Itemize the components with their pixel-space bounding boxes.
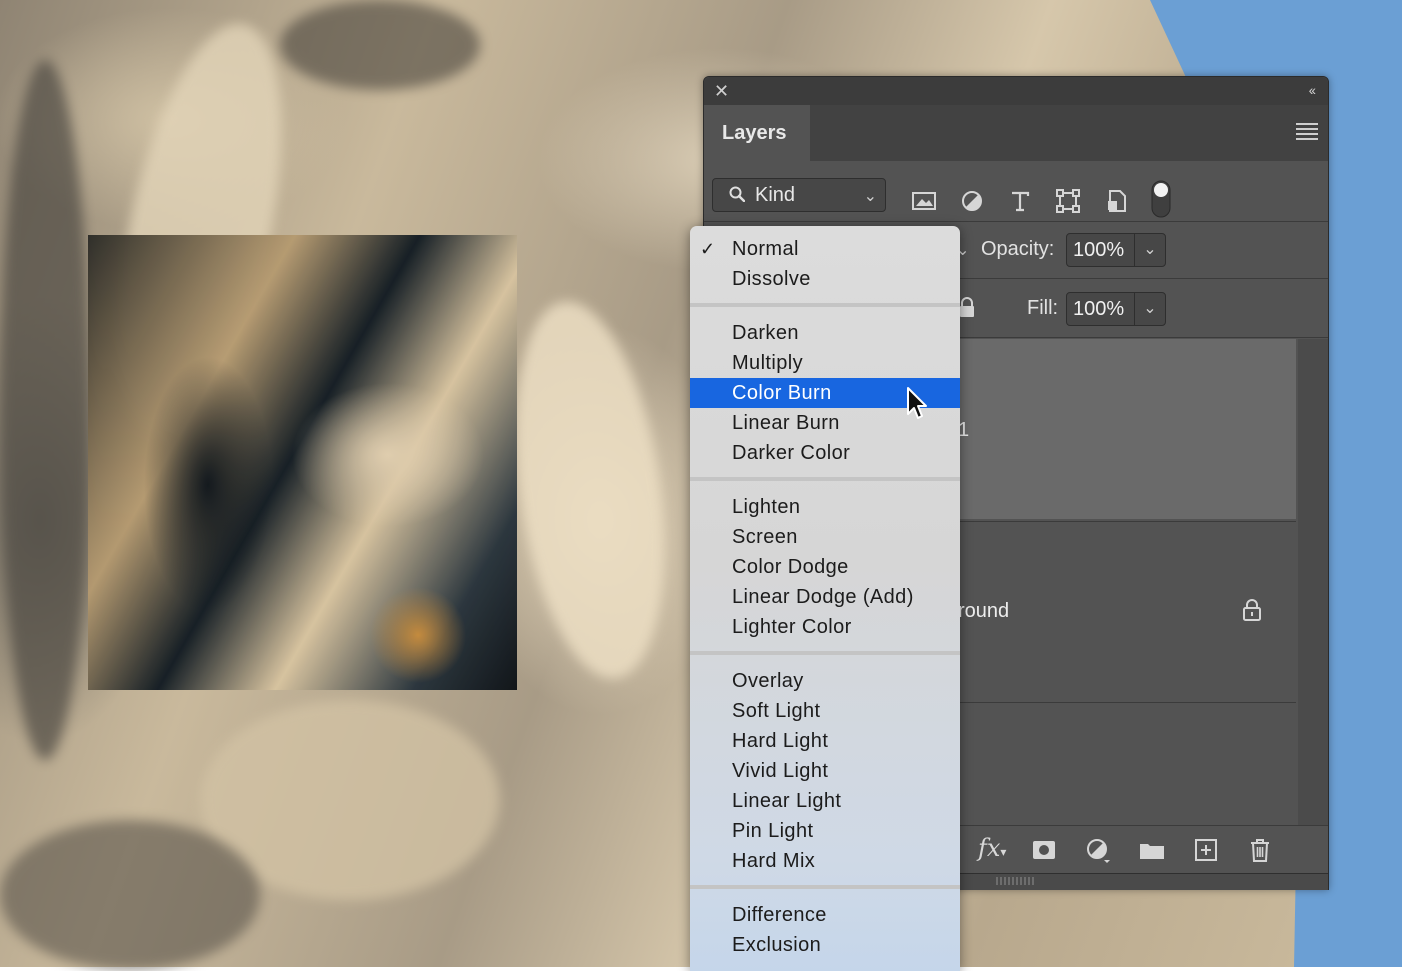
menu-item-label: Lighten: [732, 496, 801, 518]
menu-item-label: Pin Light: [732, 820, 814, 842]
adjustment-layer-icon[interactable]: [1084, 836, 1112, 864]
menu-item-label: Hard Mix: [732, 850, 816, 872]
blend-mode-item-difference[interactable]: Difference: [690, 900, 960, 930]
smart-object-filter-icon[interactable]: [1102, 187, 1130, 215]
menu-item-label: Multiply: [732, 352, 803, 374]
menu-item-label: Lighter Color: [732, 616, 852, 638]
blend-mode-item-vivid-light[interactable]: Vivid Light: [690, 756, 960, 786]
blend-mode-item-lighter-color[interactable]: Lighter Color: [690, 612, 960, 642]
blend-mode-item-darker-color[interactable]: Darker Color: [690, 438, 960, 468]
new-layer-icon[interactable]: [1192, 836, 1220, 864]
blend-mode-item-hard-mix[interactable]: Hard Mix: [690, 846, 960, 876]
menu-item-label: Darken: [732, 322, 799, 344]
menu-item-label: Hard Light: [732, 730, 829, 752]
panel-tab-bar: Layers: [704, 105, 1328, 161]
blend-mode-item-screen[interactable]: Screen: [690, 522, 960, 552]
menu-item-label: Vivid Light: [732, 760, 829, 782]
menu-item-label: Soft Light: [732, 700, 821, 722]
menu-item-label: Darker Color: [732, 442, 851, 464]
adjustment-layer-filter-icon[interactable]: [958, 187, 986, 215]
chevron-down-icon[interactable]: ⌄: [1134, 293, 1165, 325]
menu-item-label: Linear Light: [732, 790, 842, 812]
panel-title-bar[interactable]: ✕ ‹‹: [704, 77, 1328, 105]
pixel-layer-filter-icon[interactable]: [910, 187, 938, 215]
blend-mode-item-lighten[interactable]: Lighten: [690, 492, 960, 522]
search-icon: [729, 186, 745, 202]
lock-all-icon[interactable]: [958, 297, 976, 319]
tab-layers[interactable]: Layers: [704, 105, 810, 161]
lock-icon[interactable]: [1242, 598, 1262, 622]
layer-mask-icon[interactable]: [1030, 836, 1058, 864]
blend-mode-item-pin-light[interactable]: Pin Light: [690, 816, 960, 846]
blend-mode-item-linear-light[interactable]: Linear Light: [690, 786, 960, 816]
fx-icon[interactable]: fx▾: [978, 834, 1006, 862]
blend-mode-item-linear-dodge-add[interactable]: Linear Dodge (Add): [690, 582, 960, 612]
menu-item-label: Screen: [732, 526, 798, 548]
blend-mode-item-soft-light[interactable]: Soft Light: [690, 696, 960, 726]
shape-layer-filter-icon[interactable]: [1054, 187, 1082, 215]
blend-mode-item-dissolve[interactable]: Dissolve: [690, 264, 960, 294]
blended-layer-image[interactable]: [88, 235, 517, 690]
kind-filter-select[interactable]: Kind ⌄: [712, 178, 886, 212]
chevron-down-icon[interactable]: ⌄: [1134, 234, 1165, 266]
collapse-panel-icon[interactable]: ‹‹: [1309, 82, 1316, 98]
blend-mode-item-multiply[interactable]: Multiply: [690, 348, 960, 378]
menu-item-label: Linear Dodge (Add): [732, 586, 914, 608]
opacity-value: 100%: [1073, 239, 1125, 261]
blend-mode-item-overlay[interactable]: Overlay: [690, 666, 960, 696]
menu-separator: [690, 885, 960, 889]
menu-item-label: Overlay: [732, 670, 804, 692]
blend-mode-item-hard-light[interactable]: Hard Light: [690, 726, 960, 756]
blend-mode-item-normal[interactable]: ✓ Normal: [690, 234, 960, 264]
menu-item-label: Dissolve: [732, 268, 811, 290]
opacity-label: Opacity:: [981, 238, 1055, 260]
layers-scrollbar[interactable]: [1298, 339, 1328, 825]
panel-menu-icon[interactable]: [1296, 123, 1318, 140]
blend-mode-item-exclusion[interactable]: Exclusion: [690, 930, 960, 960]
menu-separator: [690, 477, 960, 481]
blend-mode-item-darken[interactable]: Darken: [690, 318, 960, 348]
blend-mode-item-color-dodge[interactable]: Color Dodge: [690, 552, 960, 582]
fill-value: 100%: [1073, 298, 1125, 320]
menu-item-label: Linear Burn: [732, 412, 840, 434]
drapery-shadow: [0, 60, 90, 760]
chevron-down-icon: ⌄: [863, 188, 877, 205]
drapery-shadow: [280, 0, 480, 90]
checkmark-icon: ✓: [700, 239, 716, 259]
mouse-pointer-icon: [907, 387, 927, 419]
menu-item-label: Difference: [732, 904, 827, 926]
layer-filter-row: Kind ⌄: [704, 161, 1328, 222]
fill-field[interactable]: 100% ⌄: [1066, 292, 1166, 326]
menu-item-label: Color Dodge: [732, 556, 849, 578]
opacity-field[interactable]: 100% ⌄: [1066, 233, 1166, 267]
close-icon[interactable]: ✕: [714, 82, 729, 100]
drapery-shadow: [0, 820, 260, 970]
menu-item-label: Color Burn: [732, 382, 832, 404]
menu-separator: [690, 303, 960, 307]
type-layer-filter-icon[interactable]: [1006, 187, 1034, 215]
menu-item-label: Exclusion: [732, 934, 822, 956]
kind-filter-label: Kind: [755, 184, 796, 206]
menu-separator: [690, 651, 960, 655]
layer-name[interactable]: round: [958, 600, 1009, 623]
drapery-highlight: [494, 292, 686, 688]
trash-icon[interactable]: [1246, 836, 1274, 864]
filter-toggle-switch-icon[interactable]: [1150, 179, 1172, 219]
fill-label: Fill:: [1027, 297, 1059, 319]
menu-item-label: Normal: [732, 238, 799, 260]
resize-grip[interactable]: [996, 877, 1036, 885]
new-group-folder-icon[interactable]: [1138, 836, 1166, 864]
blend-mode-menu: ✓ Normal Dissolve Darken Multiply Color Burn L…: [690, 226, 960, 971]
